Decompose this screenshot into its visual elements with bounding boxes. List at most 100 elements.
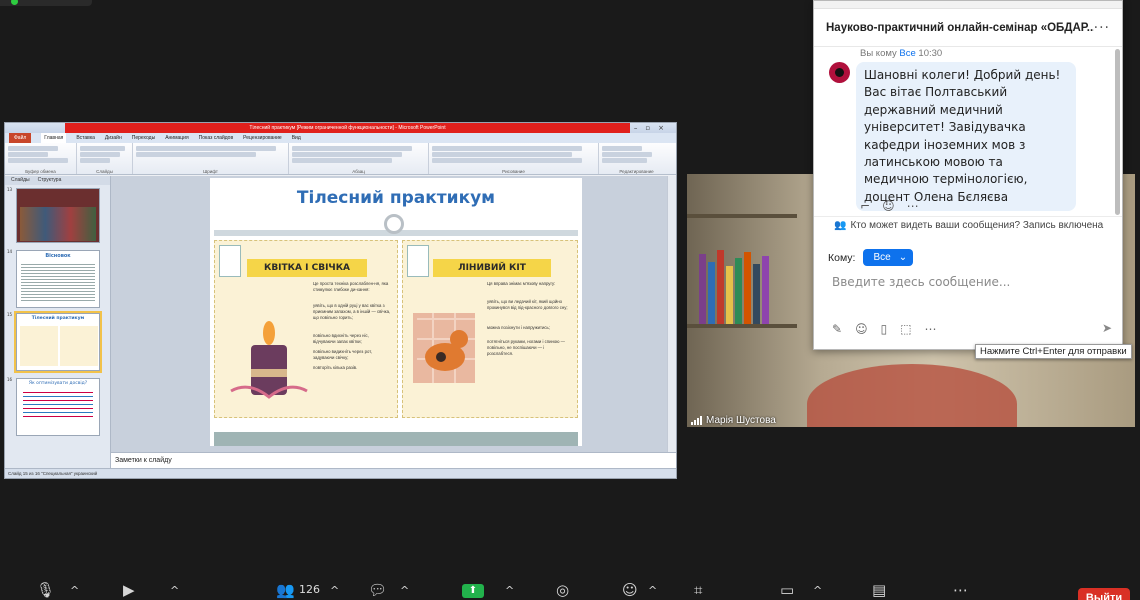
chat-window-bar — [814, 1, 1122, 9]
card-lazy-cat: ЛІНИВИЙ КІТ Ця вправа знімає м'язову нап… — [402, 240, 578, 418]
shelf — [687, 214, 797, 218]
card-left-item: повільно вдихніть через ніс, відчуваючи … — [313, 333, 369, 344]
current-slide[interactable]: Тілесний практикум КВІТКА І СВІЧКА Це пр… — [210, 178, 582, 446]
slide-vertical-scrollbar[interactable] — [667, 176, 676, 452]
thumbnail-slide-15[interactable]: Тілесний практикум — [14, 311, 102, 373]
chat-title: Науково-практичний онлайн-семінар «ОБДАР… — [826, 21, 1094, 34]
slide-editor[interactable]: Тілесний практикум КВІТКА І СВІЧКА Це пр… — [111, 176, 676, 468]
people-icon: 👥 — [834, 220, 847, 231]
record-icon[interactable]: ◎ — [556, 581, 569, 599]
ribbon-group-paragraph[interactable]: Абзац — [289, 143, 429, 174]
chevron-up-icon[interactable]: ^ — [813, 584, 822, 597]
chevron-up-icon[interactable]: ^ — [170, 584, 179, 597]
recipient-row: Кому: Все ⌄ — [828, 249, 914, 266]
card-right-item: можна позіхнути і напружитись; — [487, 325, 550, 330]
ribbon-group-font[interactable]: Шрифт — [133, 143, 289, 174]
leave-button[interactable]: Выйти — [1078, 588, 1130, 600]
card-title: ЛІНИВИЙ КІТ — [433, 259, 551, 277]
slide-title: Тілесний практикум — [296, 188, 496, 208]
thumbnail-slide-14[interactable]: Вісновок — [16, 250, 100, 308]
chevron-up-icon[interactable]: ^ — [330, 584, 339, 597]
slide-thumbnails-pane[interactable]: Слайды Структура 13 14 Вісновок 15 Тілес… — [5, 176, 111, 468]
reply-icon[interactable]: ⌐ — [860, 199, 870, 213]
shared-screen-powerpoint[interactable]: Тілесний практикум [Режим ограниченной ф… — [4, 122, 677, 479]
mute-microphone-icon[interactable]: 🎙︎ — [36, 581, 55, 599]
ppt-tab-review[interactable]: Рецензирование — [243, 133, 282, 143]
more-options-icon[interactable]: ··· — [1094, 20, 1110, 36]
card-right-item: потягніться руками, ногами і спиною — по… — [487, 339, 565, 356]
slide-footer-band — [214, 432, 578, 446]
ribbon-group-slides[interactable]: Слайды — [77, 143, 133, 174]
ribbon-group-label: Слайды — [96, 169, 113, 174]
ppt-titlebar: Тілесний практикум [Режим ограниченной ф… — [5, 123, 676, 133]
ppt-statusbar: Слайд 15 из 16 "Специальная" украинский — [5, 468, 676, 478]
meeting-controls: 🎙︎ ^ ▶ ^ 👥 126 ^ 💬︎ ^ ^ ◎ ☺ ^ ⌗ ▭ ^ ▤ ⋯ — [0, 578, 1140, 600]
thumb-number: 13 — [7, 187, 13, 192]
ppt-tab-animation[interactable]: Анимация — [165, 133, 188, 143]
chevron-up-icon[interactable]: ^ — [648, 584, 657, 597]
ppt-tab-home[interactable]: Главная — [41, 133, 67, 143]
chevron-up-icon[interactable]: ^ — [400, 584, 409, 597]
video-camera-icon[interactable]: ▶ — [123, 581, 135, 599]
notes-icon[interactable]: ▤ — [872, 581, 886, 599]
participant-name-label: Марія Шустова — [691, 415, 776, 426]
share-arrow-icon: ⬆ — [468, 585, 478, 596]
more-icon[interactable]: ⋯ — [907, 199, 919, 213]
ppt-tab-view[interactable]: Вид — [292, 133, 301, 143]
visibility-notice[interactable]: 👥 Кто может видеть ваши сообщения? Запис… — [834, 220, 1103, 231]
chat-message: Шановні колеги! Добрий день! Вас вітає П… — [856, 62, 1076, 212]
thumb-tab-outline[interactable]: Структура — [38, 176, 62, 185]
more-icon[interactable]: ⋯ — [925, 322, 937, 336]
top-status-tab — [0, 0, 92, 6]
ribbon-group-editing[interactable]: Редактирование — [599, 143, 674, 174]
thumb-pane-tabs: Слайды Структура — [5, 176, 110, 185]
ribbon-group-drawing[interactable]: Рисование — [429, 143, 599, 174]
visibility-text: Кто может видеть ваши сообщения? Запись … — [850, 220, 1104, 231]
avatar — [829, 62, 850, 83]
message-meta: Вы кому Все 10:30 — [860, 48, 942, 59]
chat-icon[interactable]: 💬︎ — [368, 581, 387, 599]
ribbon-group-clipboard[interactable]: Буфер обмена — [5, 143, 77, 174]
message-input[interactable]: Введите здесь сообщение... — [832, 275, 1102, 289]
chat-panel[interactable]: Науково-практичний онлайн-семінар «ОБДАР… — [813, 0, 1123, 350]
shelf — [687, 324, 797, 328]
chat-scrollbar[interactable] — [1115, 49, 1120, 215]
ppt-tab-file[interactable]: Файл — [9, 133, 32, 143]
slide-notes[interactable]: Заметки к слайду — [111, 452, 676, 468]
ppt-tab-slideshow[interactable]: Показ слайдов — [199, 133, 233, 143]
reactions-icon[interactable]: ☺ — [622, 581, 638, 599]
send-icon[interactable]: ➤ — [1102, 321, 1112, 335]
ppt-tab-transitions[interactable]: Переходы — [132, 133, 155, 143]
card-left-intro: Це проста техніка розслаблен-ня, яка сти… — [313, 281, 389, 292]
ppt-tab-design[interactable]: Дизайн — [105, 133, 122, 143]
thumbnail-slide-16[interactable]: Як оптимізувати досвід? — [16, 378, 100, 436]
chat-header: Науково-практичний онлайн-семінар «ОБДАР… — [814, 9, 1122, 47]
ppt-window-buttons[interactable]: –▫× — [634, 123, 672, 133]
thumb-title: Тілесний практикум — [31, 316, 85, 321]
thumb-title: Як оптимізувати досвід? — [28, 381, 88, 386]
emoji-reaction-icon[interactable]: ☺ — [882, 199, 895, 213]
format-icon[interactable]: ✎ — [832, 322, 842, 336]
more-icon[interactable]: ⋯ — [953, 581, 968, 599]
apps-icon[interactable]: ⌗ — [694, 581, 702, 599]
thumb-tab-slides[interactable]: Слайды — [11, 176, 30, 185]
recipient-dropdown[interactable]: Все ⌄ — [863, 249, 914, 266]
thumbnail-slide-13[interactable] — [16, 188, 100, 243]
ring-decoration — [384, 214, 404, 234]
chevron-up-icon[interactable]: ^ — [505, 584, 514, 597]
ppt-title-text: Тілесний практикум [Режим ограниченной ф… — [65, 123, 630, 133]
signal-strength-icon — [691, 416, 702, 425]
share-screen-button[interactable]: ⬆ — [462, 584, 484, 598]
participants-count: 126 — [299, 583, 320, 596]
participants-icon[interactable]: 👥 — [276, 581, 295, 599]
recipient-value: Все — [873, 252, 891, 263]
chevron-up-icon[interactable]: ^ — [70, 584, 79, 597]
whiteboard-icon[interactable]: ▭ — [780, 581, 794, 599]
emoji-icon[interactable]: ☺ — [855, 322, 868, 336]
card-right-intro: Ця вправа знімає м'язову напругу: — [487, 281, 556, 286]
ppt-tab-insert[interactable]: Вставка — [76, 133, 95, 143]
thumb-title: Вісновок — [45, 253, 71, 259]
file-icon[interactable]: ▯ — [881, 322, 888, 336]
send-tooltip: Нажмите Ctrl+Enter для отправки — [975, 344, 1132, 359]
screenshot-icon[interactable]: ⬚ — [900, 322, 911, 336]
